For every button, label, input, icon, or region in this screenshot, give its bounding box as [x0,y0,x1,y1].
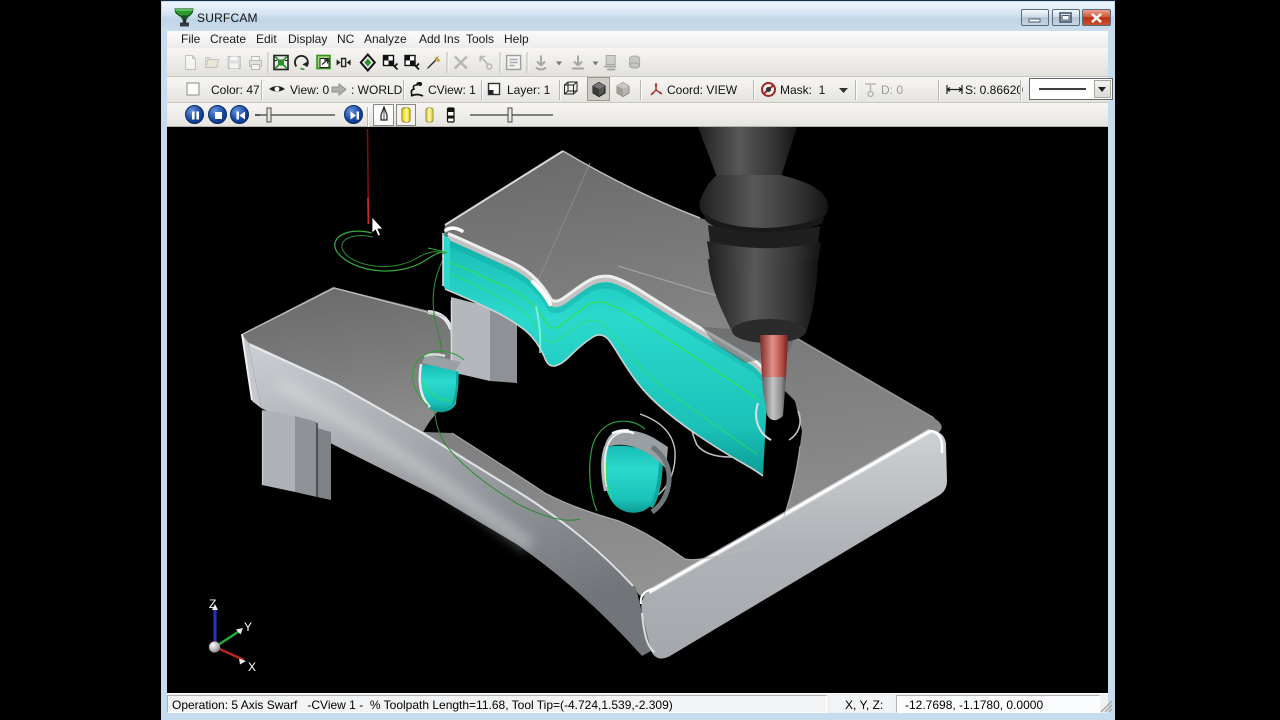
svg-text:X: X [248,660,256,674]
svg-text:Y: Y [244,620,252,634]
svg-text:Z: Z [209,597,216,611]
